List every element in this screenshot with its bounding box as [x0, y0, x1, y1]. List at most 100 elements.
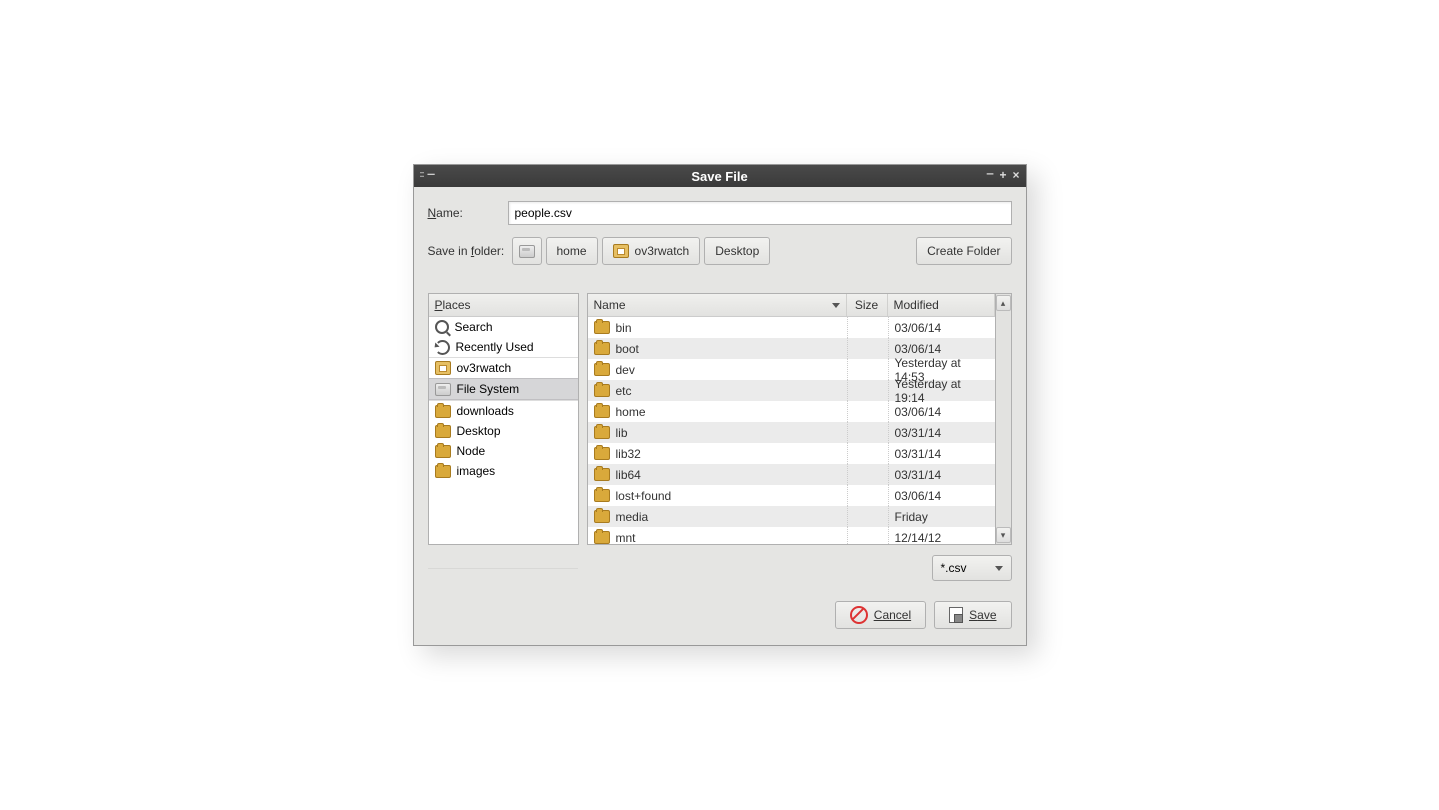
places-search-label: Search	[455, 320, 493, 334]
folder-icon	[594, 489, 610, 502]
file-name: media	[616, 510, 649, 524]
place-label: images	[457, 464, 496, 478]
places-item-images[interactable]: images	[429, 461, 578, 481]
file-row[interactable]: lib64 03/31/14	[588, 464, 995, 485]
column-name-header[interactable]: Name	[588, 294, 847, 316]
places-item-downloads[interactable]: downloads	[429, 400, 578, 421]
title-bar[interactable]: :: ‒ Save File ‒ + ×	[414, 165, 1026, 187]
file-row[interactable]: bin03/06/14	[588, 317, 995, 338]
column-name-label: Name	[594, 298, 626, 312]
save-icon	[949, 607, 963, 623]
panes: Places Search Recently Used ov3rwatch Fil…	[428, 293, 1012, 545]
file-size	[848, 317, 889, 338]
file-header: Name Size Modified	[588, 294, 995, 317]
file-modified: 03/06/14	[889, 485, 995, 506]
place-label: ov3rwatch	[457, 361, 512, 375]
places-search[interactable]: Search	[429, 317, 578, 337]
file-size	[848, 380, 889, 401]
breadcrumb-root-button[interactable]	[512, 237, 542, 265]
file-list[interactable]: bin03/06/14boot03/06/14devYesterday at 1…	[588, 317, 995, 544]
folder-icon	[435, 405, 451, 418]
action-buttons: Cancel Save	[428, 601, 1012, 629]
file-name: bin	[616, 321, 632, 335]
breadcrumb-user-button[interactable]: ov3rwatch	[602, 237, 701, 265]
vertical-scrollbar[interactable]: ▴ ▾	[996, 293, 1012, 545]
file-name: boot	[616, 342, 639, 356]
folder-icon	[594, 363, 610, 376]
maximize-icon[interactable]: +	[999, 168, 1006, 182]
titlebar-left-controls: :: ‒	[420, 169, 435, 181]
file-size	[848, 422, 889, 443]
file-row[interactable]: mediaFriday	[588, 506, 995, 527]
column-modified-header[interactable]: Modified	[888, 294, 995, 316]
close-icon[interactable]: ×	[1012, 168, 1019, 182]
grip-icon[interactable]: ::	[420, 169, 424, 181]
file-row[interactable]: lib32 03/31/14	[588, 443, 995, 464]
file-modified: 03/31/14	[889, 422, 995, 443]
scroll-up-button[interactable]: ▴	[996, 295, 1011, 311]
file-size	[848, 527, 889, 544]
files-panel: Name Size Modified bin03/06/14boot03/06/…	[587, 293, 996, 545]
places-item-node[interactable]: Node	[429, 441, 578, 461]
filetype-value: *.csv	[941, 561, 967, 575]
file-size	[848, 338, 889, 359]
places-item-desktop[interactable]: Desktop	[429, 421, 578, 441]
file-modified: 03/06/14	[889, 401, 995, 422]
home-icon	[613, 244, 629, 258]
places-recent[interactable]: Recently Used	[429, 337, 578, 357]
places-recent-label: Recently Used	[456, 340, 534, 354]
places-header[interactable]: Places	[429, 294, 578, 317]
file-modified: 03/31/14	[889, 464, 995, 485]
dialog-body: Name: Save in folder: home ov3rwatch Des…	[414, 187, 1026, 645]
titlebar-right-controls: ‒ + ×	[987, 168, 1020, 182]
file-row[interactable]: lost+found 03/06/14	[588, 485, 995, 506]
places-item-ov3rwatch[interactable]: ov3rwatch	[429, 357, 578, 378]
file-name: lib64	[616, 468, 641, 482]
file-size	[848, 401, 889, 422]
titlebar-dash-icon[interactable]: ‒	[428, 166, 435, 181]
save-button[interactable]: Save	[934, 601, 1011, 629]
folder-icon	[435, 425, 451, 438]
folder-icon	[594, 384, 610, 397]
scroll-down-button[interactable]: ▾	[996, 527, 1011, 543]
file-modified: 03/31/14	[889, 443, 995, 464]
file-name: dev	[616, 363, 635, 377]
file-row[interactable]: etcYesterday at 19:14	[588, 380, 995, 401]
create-folder-button[interactable]: Create Folder	[916, 237, 1011, 265]
place-label: File System	[457, 382, 520, 396]
breadcrumb-user-label: ov3rwatch	[635, 244, 690, 258]
breadcrumb-home-button[interactable]: home	[546, 237, 598, 265]
folder-icon	[594, 447, 610, 460]
places-list: Search Recently Used ov3rwatch File Syste…	[429, 317, 578, 544]
cancel-label: Cancel	[874, 608, 911, 622]
chevron-down-icon	[995, 566, 1003, 571]
home-icon	[435, 361, 451, 375]
places-item-file-system[interactable]: File System	[429, 378, 578, 400]
footer-separator	[428, 567, 578, 569]
filename-input[interactable]	[508, 201, 1012, 225]
file-size	[848, 485, 889, 506]
place-label: Desktop	[457, 424, 501, 438]
folder-icon	[594, 531, 610, 544]
breadcrumb-desktop-button[interactable]: Desktop	[704, 237, 770, 265]
cancel-button[interactable]: Cancel	[835, 601, 926, 629]
chevron-down-icon	[832, 303, 840, 308]
folder-icon	[594, 405, 610, 418]
disk-icon	[519, 245, 535, 258]
file-row[interactable]: home03/06/14	[588, 401, 995, 422]
file-name: lib32	[616, 447, 641, 461]
file-row[interactable]: lib03/31/14	[588, 422, 995, 443]
file-modified: Yesterday at 19:14	[889, 380, 995, 401]
filetype-dropdown[interactable]: *.csv	[932, 555, 1012, 581]
file-size	[848, 464, 889, 485]
file-row[interactable]: mnt12/14/12	[588, 527, 995, 544]
cancel-icon	[850, 606, 868, 624]
save-label: Save	[969, 608, 996, 622]
name-label: Name:	[428, 206, 508, 220]
folder-icon	[594, 426, 610, 439]
file-name: lost+found	[616, 489, 672, 503]
search-icon	[435, 320, 449, 334]
column-size-header[interactable]: Size	[847, 294, 888, 316]
minimize-icon[interactable]: ‒	[987, 166, 994, 182]
folder-icon	[594, 321, 610, 334]
